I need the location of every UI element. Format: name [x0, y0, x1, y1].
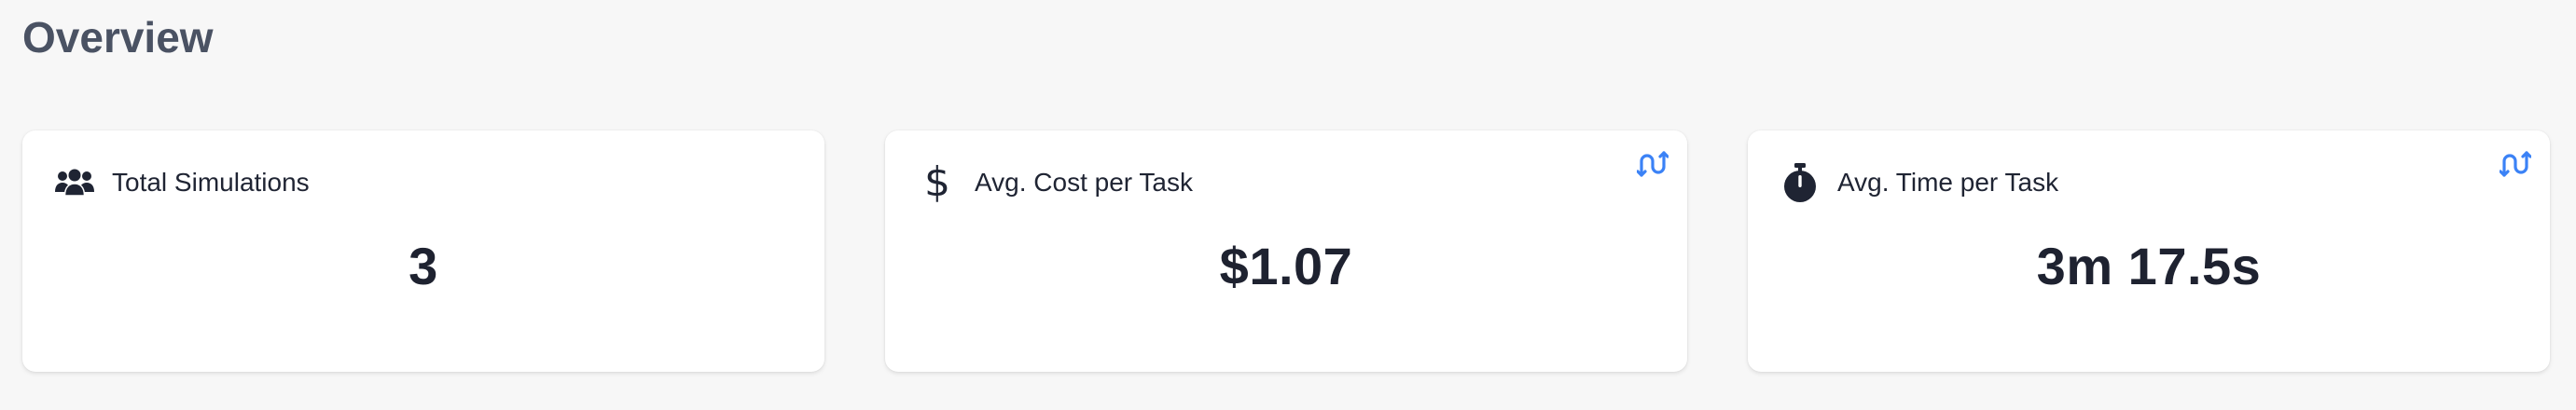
swap-vertical-icon — [2499, 150, 2532, 181]
stat-card-total-simulations: Total Simulations 3 — [22, 130, 824, 372]
section-title: Overview — [22, 13, 214, 62]
stat-value: 3m 17.5s — [2036, 237, 2262, 295]
swap-vertical-icon — [1636, 150, 1669, 181]
swap-vertical-button[interactable] — [1635, 147, 1670, 183]
stat-card-avg-cost: $ Avg. Cost per Task $1.07 — [885, 130, 1687, 372]
stat-value: 3 — [409, 237, 438, 295]
stat-label: Avg. Time per Task — [1837, 168, 2059, 197]
users-group-icon — [54, 162, 95, 203]
stat-label: Total Simulations — [112, 168, 310, 197]
stopwatch-icon — [1780, 162, 1821, 203]
dollar-icon: $ — [924, 158, 950, 206]
stat-label: Avg. Cost per Task — [975, 168, 1193, 197]
stat-value: $1.07 — [1219, 237, 1353, 295]
stat-card-avg-time: Avg. Time per Task 3m 17.5s — [1748, 130, 2550, 372]
overview-page: Overview Total Simulations 3 $ Avg. Cost… — [0, 0, 2576, 410]
swap-vertical-button[interactable] — [2498, 147, 2533, 183]
